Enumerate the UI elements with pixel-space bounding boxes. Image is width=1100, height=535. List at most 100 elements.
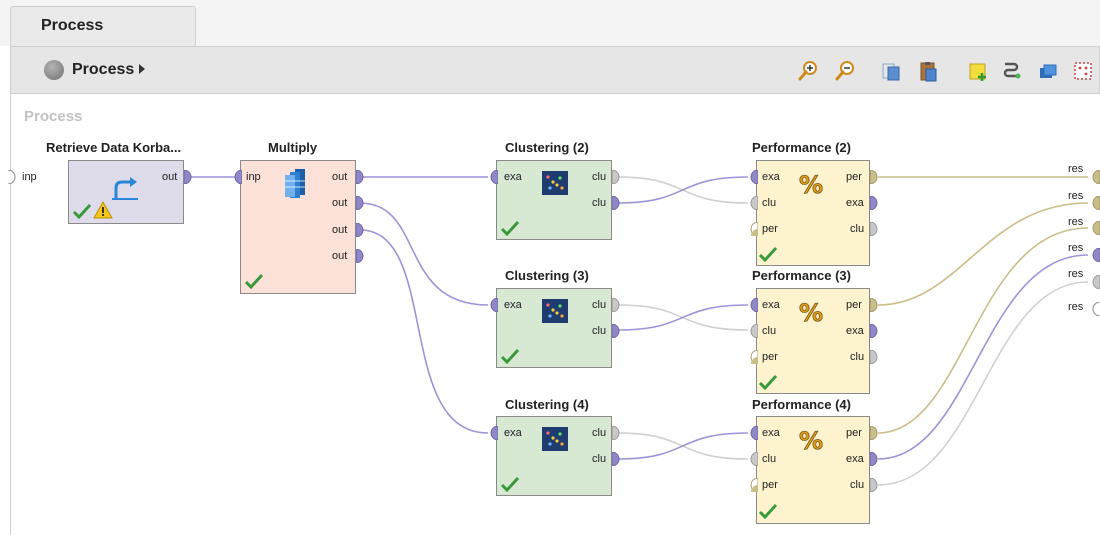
performance-out-label: per: [846, 427, 862, 439]
performance-per-out-port[interactable]: [870, 298, 882, 312]
clustering-icon: [542, 299, 568, 323]
status-ok-icon: [500, 220, 520, 236]
status-ok-icon: [758, 374, 778, 390]
clustering-clu-label: clu: [592, 427, 607, 439]
clustering-exa-label: exa: [504, 171, 522, 183]
clustering-clu-label: clu: [592, 453, 607, 465]
result-port-label: res: [1068, 216, 1084, 228]
multiply-operator-name: Multiply: [268, 140, 318, 155]
performance-in-label: exa: [762, 427, 780, 439]
performance-per-in-port[interactable]: [746, 478, 758, 492]
status-ok-icon: [244, 273, 264, 289]
status-ok-icon: [758, 246, 778, 262]
performance-out-label: clu: [850, 479, 865, 491]
multiply-out-label: out: [332, 224, 348, 236]
clustering-exa-label: exa: [504, 427, 522, 439]
multiply-out-port[interactable]: [356, 223, 368, 237]
clustering-clu-label: clu: [592, 299, 607, 311]
wire-c3-clu2: [617, 304, 749, 331]
clustering-clu-port[interactable]: [612, 170, 624, 184]
performance-out-label: exa: [846, 325, 864, 337]
wire-multiply-clustering-3: [359, 202, 489, 306]
result-port-label: res: [1068, 242, 1084, 254]
clustering-exa-port[interactable]: [486, 170, 498, 184]
performance-out-label: exa: [846, 197, 864, 209]
wire-c2-clu2: [617, 176, 749, 204]
performance-in-label: per: [762, 351, 778, 363]
rapidminer-process-view: Process Process Process inp Retrieve Dat…: [0, 0, 1100, 535]
performance-exa-port[interactable]: [746, 298, 758, 312]
performance-in-label: clu: [762, 453, 777, 465]
performance-per-out-port[interactable]: [870, 170, 882, 184]
result-port-label: res: [1068, 190, 1084, 202]
performance-per-in-port[interactable]: [746, 222, 758, 236]
performance-in-label: exa: [762, 299, 780, 311]
clustering-exa-port[interactable]: [486, 298, 498, 312]
performance-in-label: per: [762, 223, 778, 235]
retrieve-arrow-icon: [112, 177, 138, 200]
performance-operator-name: Performance (2): [752, 140, 851, 155]
result-port-label: res: [1068, 163, 1084, 175]
result-port-label: res: [1068, 301, 1084, 313]
process-input-label: inp: [22, 171, 37, 183]
clustering-operator-name: Clustering (3): [505, 268, 589, 283]
status-ok-icon: [500, 348, 520, 364]
retrieve-operator-name: Retrieve Data Korba...: [46, 140, 182, 155]
process-input-port[interactable]: [8, 170, 20, 184]
svg-text:%: %: [799, 171, 823, 198]
clustering-icon: [542, 171, 568, 195]
clustering-clu-port[interactable]: [612, 196, 624, 210]
status-ok-icon: [500, 476, 520, 492]
clustering-exa-port[interactable]: [486, 426, 498, 440]
multiply-inp-port[interactable]: [230, 170, 242, 184]
clustering-clu-label: clu: [592, 197, 607, 209]
multiply-out-port[interactable]: [356, 196, 368, 210]
performance-clu-out-port[interactable]: [870, 478, 882, 492]
clustering-clu-port[interactable]: [612, 298, 624, 312]
result-port[interactable]: [1088, 275, 1100, 289]
result-port[interactable]: [1088, 196, 1100, 210]
performance-per-out-port[interactable]: [870, 426, 882, 440]
retrieve-out-label: out: [162, 171, 178, 183]
warning-icon[interactable]: [93, 201, 113, 219]
performance-out-label: clu: [850, 351, 865, 363]
performance-exa-out-port[interactable]: [870, 452, 882, 466]
performance-operator-name: Performance (4): [752, 397, 851, 412]
result-port-label: res: [1068, 268, 1084, 280]
wire-p4-per-res3: [877, 227, 1089, 434]
performance-clu-port[interactable]: [746, 196, 758, 210]
result-port-empty[interactable]: [1088, 302, 1100, 316]
multiply-out-port[interactable]: [356, 170, 368, 184]
performance-exa-port[interactable]: [746, 426, 758, 440]
multiply-inp-label: inp: [246, 171, 261, 183]
clustering-operator-name: Clustering (4): [505, 397, 589, 412]
performance-exa-out-port[interactable]: [870, 324, 882, 338]
clustering-clu-port[interactable]: [612, 324, 624, 338]
performance-clu-port[interactable]: [746, 324, 758, 338]
performance-clu-out-port[interactable]: [870, 222, 882, 236]
wire-c4-clu2: [617, 432, 749, 460]
multiply-icon: [285, 169, 305, 198]
performance-in-label: exa: [762, 171, 780, 183]
retrieve-out-port[interactable]: [184, 170, 196, 184]
performance-exa-out-port[interactable]: [870, 196, 882, 210]
performance-in-label: clu: [762, 197, 777, 209]
performance-out-label: per: [846, 299, 862, 311]
performance-operator-name: Performance (3): [752, 268, 851, 283]
result-port[interactable]: [1088, 170, 1100, 184]
multiply-out-port[interactable]: [356, 249, 368, 263]
clustering-clu-port[interactable]: [612, 426, 624, 440]
performance-in-label: clu: [762, 325, 777, 337]
performance-clu-out-port[interactable]: [870, 350, 882, 364]
result-port[interactable]: [1088, 221, 1100, 235]
performance-clu-port[interactable]: [746, 452, 758, 466]
clustering-clu-port[interactable]: [612, 452, 624, 466]
multiply-out-label: out: [332, 171, 348, 183]
performance-per-in-port[interactable]: [746, 350, 758, 364]
performance-exa-port[interactable]: [746, 170, 758, 184]
wire-multiply-clustering-4: [359, 229, 489, 434]
performance-out-label: clu: [850, 223, 865, 235]
result-port[interactable]: [1088, 248, 1100, 262]
performance-in-label: per: [762, 479, 778, 491]
clustering-exa-label: exa: [504, 299, 522, 311]
